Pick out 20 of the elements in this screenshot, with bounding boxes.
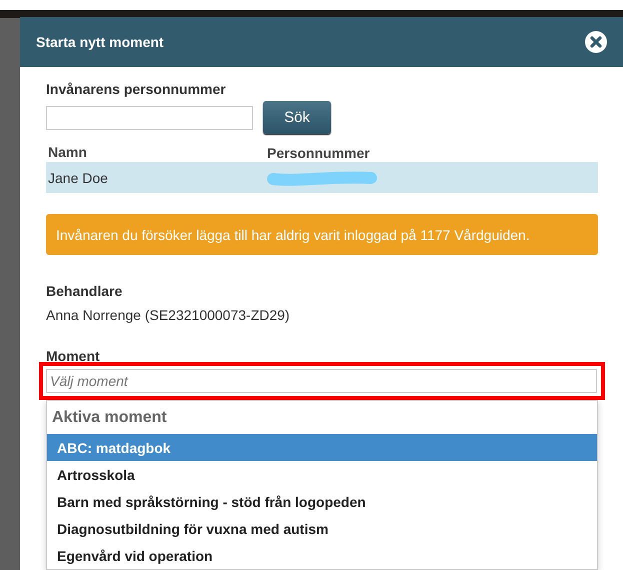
search-button[interactable]: Sök <box>263 101 331 134</box>
input-field[interactable] <box>46 106 253 130</box>
field-label: Moment <box>46 348 101 364</box>
table-cell-text: Jane Doe <box>47 170 109 186</box>
field-label: Invånarens personnummer <box>46 81 227 98</box>
column-header: Namn <box>47 144 88 162</box>
group-heading: Aktiva moment <box>51 408 168 428</box>
dropdown-option[interactable]: Egenvård vid operation <box>47 542 597 569</box>
field-label: Behandlare <box>46 283 124 299</box>
warning-alert: Invånaren du försöker lägga till har aldrig varit inloggad på 1177 Vårdguiden. <box>46 214 598 255</box>
select-field[interactable]: Välj moment <box>46 369 597 393</box>
dropdown-option[interactable]: Barn med språkstörning - stöd från logopeden <box>47 488 597 515</box>
dropdown-option[interactable]: Diagnosutbildning för vuxna med autism <box>47 515 597 542</box>
close-icon[interactable] <box>584 30 608 54</box>
dropdown-option[interactable]: Artrosskola <box>47 461 597 488</box>
result-row[interactable]: Jane Doe <box>46 162 598 193</box>
column-header: Personnummer <box>267 144 370 162</box>
dialog-title: Starta nytt moment <box>36 34 164 50</box>
dropdown-option[interactable]: ABC: matdagbok <box>47 434 597 461</box>
treater-value: Anna Norrenge (SE2321000073-ZD29) <box>46 307 291 323</box>
